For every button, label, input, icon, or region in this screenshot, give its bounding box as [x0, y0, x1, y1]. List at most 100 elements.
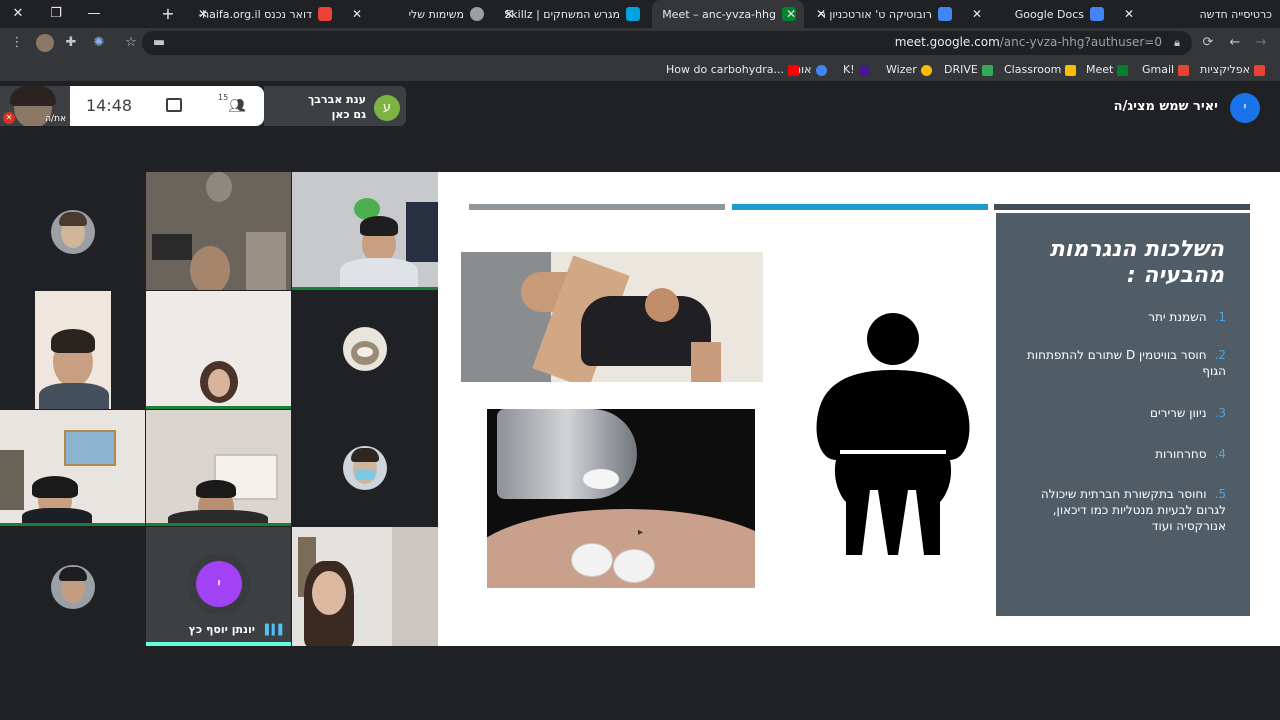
- close-tab-icon[interactable]: ✕: [1122, 7, 1136, 21]
- slide-decor-bar: [469, 204, 725, 210]
- browser-window: ✕ ❐ — + דואר נכנס u-haifa.org.il ✕ משימו…: [0, 0, 1280, 720]
- minimize-window-icon[interactable]: —: [84, 4, 104, 24]
- participant-tile-audio-only[interactable]: י יונתן יוסף כץ ▌▍▌: [146, 527, 291, 646]
- tab-label: דואר נכנס u-haifa.org.il: [198, 7, 312, 21]
- tab-skillz[interactable]: מגרש המשחקים | Skillz ✕: [496, 0, 648, 28]
- close-tab-icon[interactable]: ✕: [502, 7, 516, 21]
- apps-grid-icon: [1253, 64, 1265, 76]
- url-path: /anc-yvza-hhg?authuser=0: [999, 35, 1162, 49]
- tab-robotics[interactable]: רובוטיקה ט' אורטכניון ר ✕: [808, 0, 960, 28]
- participant-tile[interactable]: [292, 410, 438, 526]
- bookmark-wizer[interactable]: Wizer: [886, 63, 932, 77]
- classroom-icon: [1065, 64, 1077, 76]
- bookmark-gmail[interactable]: Gmail: [1142, 63, 1190, 77]
- bullet-number: 1.: [1214, 310, 1226, 324]
- tab-google-docs[interactable]: Google Docs ✕: [964, 0, 1112, 28]
- bookmark-label: Wizer: [886, 63, 917, 76]
- slide-bullet: 5.וחוסר בתקשורת חברתית שיכולה לגרום לבעי…: [1010, 486, 1226, 534]
- participant-avatar: [343, 327, 387, 371]
- participant-tile[interactable]: [0, 410, 145, 526]
- joined-avatar: ע: [374, 95, 400, 121]
- people-icon[interactable]: 👥︎: [218, 98, 246, 114]
- forward-arrow-icon[interactable]: →: [1252, 34, 1270, 52]
- participant-video: [35, 291, 111, 409]
- participant-tile[interactable]: [292, 527, 438, 646]
- browser-toolbar: ⋮ ✚ ✺ ☆ ▬ meet.google.com/anc-yvza-hhg?a…: [0, 28, 1280, 58]
- speaking-indicator: [292, 287, 438, 290]
- speaking-indicator: [146, 523, 291, 526]
- url-host: meet.google.com: [894, 35, 1000, 49]
- close-tab-icon[interactable]: ✕: [970, 7, 984, 21]
- bookmark-apps[interactable]: אפליקציות: [1200, 63, 1265, 77]
- bookmark-kahoot[interactable]: K!: [843, 63, 870, 77]
- bullet-text: וחוסר בתקשורת חברתית שיכולה לגרום לבעיות…: [1040, 487, 1226, 533]
- participant-video: [292, 527, 438, 646]
- participant-video: [0, 410, 145, 526]
- participant-tile[interactable]: [292, 291, 438, 409]
- profile-avatar[interactable]: [36, 34, 54, 52]
- obese-person-icon: [816, 313, 970, 555]
- participant-tile[interactable]: [292, 172, 438, 290]
- self-view-tile[interactable]: ✕ את/ה: [0, 86, 70, 126]
- participant-tile[interactable]: [146, 172, 291, 290]
- tab-label: Meet – anc-yvza-hhg: [662, 7, 776, 21]
- joined-name: ענת אברבך: [307, 93, 366, 106]
- tab-new-tab[interactable]: כרטיסייה חדשה ✕: [1116, 0, 1280, 28]
- new-tab-button[interactable]: +: [158, 4, 178, 24]
- self-name: את/ה: [45, 114, 66, 124]
- bookmark-star-icon[interactable]: ☆: [122, 34, 140, 52]
- tab-label: משימות שלי: [408, 7, 464, 21]
- participant-tile[interactable]: [146, 410, 291, 526]
- close-tab-icon[interactable]: ✕: [784, 7, 798, 21]
- close-tab-icon[interactable]: ✕: [196, 7, 210, 21]
- tasks-favicon-icon: [470, 7, 484, 21]
- slide-bullet: 2.חוסר בוויטמין D שתורם להתפתחות הגוף: [1010, 347, 1226, 379]
- participant-tile[interactable]: [0, 291, 145, 409]
- bookmark-classroom[interactable]: Classroom: [1004, 63, 1077, 77]
- extension-gear-icon[interactable]: ✺: [90, 34, 108, 52]
- participant-video: [146, 172, 291, 290]
- participant-avatar: י: [196, 561, 242, 607]
- participant-tile[interactable]: [0, 172, 145, 290]
- url-text: meet.google.com/anc-yvza-hhg?authuser=0: [895, 35, 1162, 49]
- bookmark-label: Gmail: [1142, 63, 1175, 76]
- reload-icon[interactable]: ⟳: [1199, 34, 1217, 52]
- chat-icon[interactable]: [166, 98, 182, 112]
- participant-avatar: [343, 446, 387, 490]
- tab-label: כרטיסייה חדשה: [1199, 7, 1272, 21]
- bullet-number: 4.: [1214, 447, 1226, 461]
- slide-title: השלכות הנגרמות מהבעיה :: [1049, 237, 1224, 288]
- restore-window-icon[interactable]: ❐: [46, 4, 66, 24]
- tab-meet[interactable]: Meet – anc-yvza-hhg ✕: [652, 0, 804, 28]
- bullet-text: השמנת יתר: [1148, 310, 1207, 324]
- bookmark-label: DRIVE: [944, 63, 978, 76]
- slide-text-panel: השלכות הנגרמות מהבעיה : 1. השמנת יתר 2.חו…: [996, 213, 1250, 616]
- speaking-indicator: [0, 523, 145, 526]
- bullet-number: 2.: [1214, 348, 1226, 362]
- bookmark-youtube[interactable]: How do carbohydra...: [666, 63, 799, 77]
- back-arrow-icon[interactable]: ←: [1226, 34, 1244, 52]
- participant-tile[interactable]: [146, 291, 291, 409]
- lock-icon[interactable]: 🔒︎: [1168, 34, 1186, 52]
- extensions-icon[interactable]: ✚: [62, 34, 80, 52]
- tab-my-tasks[interactable]: משימות שלי ✕: [344, 0, 492, 28]
- tab-search-icon[interactable]: ▬: [150, 34, 168, 52]
- tab-gmail[interactable]: דואר נכנס u-haifa.org.il ✕: [190, 0, 340, 28]
- tab-strip: ✕ ❐ — + דואר נכנס u-haifa.org.il ✕ משימו…: [0, 0, 1280, 28]
- bookmark-meet[interactable]: Meet: [1086, 63, 1129, 77]
- participant-tile[interactable]: [0, 527, 145, 646]
- menu-kebab-icon[interactable]: ⋮: [8, 34, 26, 52]
- gmail-icon: [1178, 64, 1190, 76]
- close-tab-icon[interactable]: ✕: [814, 7, 828, 21]
- slide-photo-physiotherapy: [461, 252, 763, 382]
- close-window-icon[interactable]: ✕: [8, 4, 28, 24]
- bookmark-label: אפליקציות: [1200, 63, 1250, 76]
- bookmark-drive[interactable]: DRIVE: [944, 63, 993, 77]
- tab-label: מגרש המשחקים | Skillz: [504, 7, 620, 21]
- mic-off-icon: ✕: [3, 112, 15, 124]
- address-bar[interactable]: ▬ meet.google.com/anc-yvza-hhg?authuser=…: [142, 31, 1192, 55]
- slide-bullet: 4. סחרחורות: [1010, 446, 1226, 462]
- self-hair: [10, 86, 56, 106]
- close-tab-icon[interactable]: ✕: [350, 7, 364, 21]
- youtube-icon: [787, 64, 799, 76]
